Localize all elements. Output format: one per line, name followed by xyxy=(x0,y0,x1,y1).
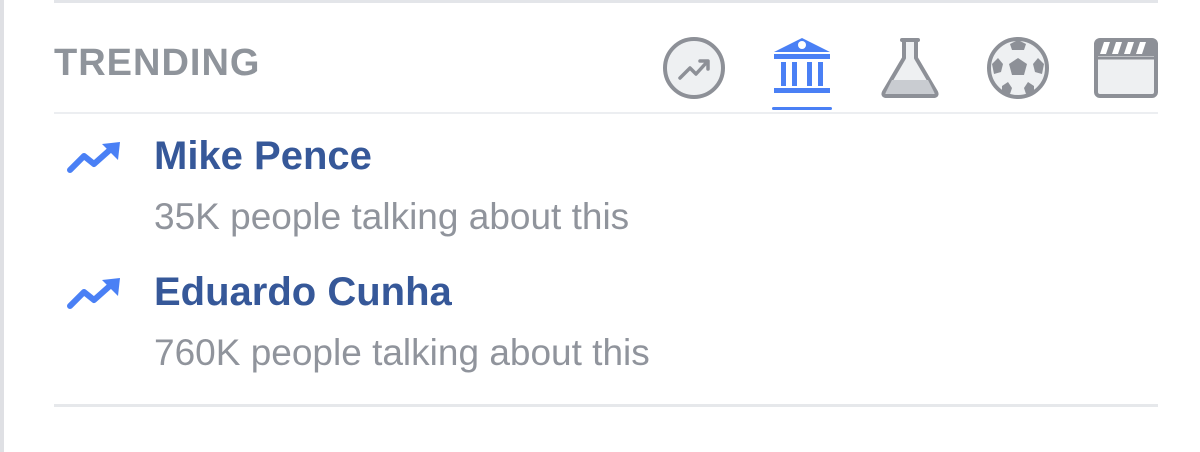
list-item[interactable]: Mike Pence 35K people talking about this xyxy=(54,124,1158,260)
flask-icon xyxy=(881,38,939,98)
soccer-ball-icon xyxy=(987,37,1049,99)
trending-header: TRENDING xyxy=(54,28,1158,114)
top-divider xyxy=(54,0,1158,3)
trending-topic-link[interactable]: Eduardo Cunha xyxy=(154,270,452,315)
trending-topic-count: 35K people talking about this xyxy=(154,196,630,237)
tab-top-trends[interactable] xyxy=(660,34,728,108)
trending-category-tabs xyxy=(618,28,1158,112)
tab-entertainment[interactable] xyxy=(1092,34,1160,108)
trending-list: Mike Pence 35K people talking about this… xyxy=(54,124,1158,396)
trending-topic-link[interactable]: Mike Pence xyxy=(154,134,372,179)
government-building-icon xyxy=(774,38,830,93)
trending-topic-count: 760K people talking about this xyxy=(154,332,650,373)
tab-science[interactable] xyxy=(876,34,944,108)
trending-panel: TRENDING Mike Pence 35K people talking a… xyxy=(0,0,1200,452)
clapperboard-icon xyxy=(1094,38,1158,98)
bottom-divider xyxy=(54,404,1158,407)
trending-arrow-icon xyxy=(67,278,120,309)
trending-arrow-icon xyxy=(67,142,120,173)
trending-title: TRENDING xyxy=(54,42,261,84)
tab-sports[interactable] xyxy=(984,34,1052,108)
list-item[interactable]: Eduardo Cunha 760K people talking about … xyxy=(54,260,1158,396)
trending-circle-icon xyxy=(663,37,725,99)
tab-politics[interactable] xyxy=(768,34,836,110)
